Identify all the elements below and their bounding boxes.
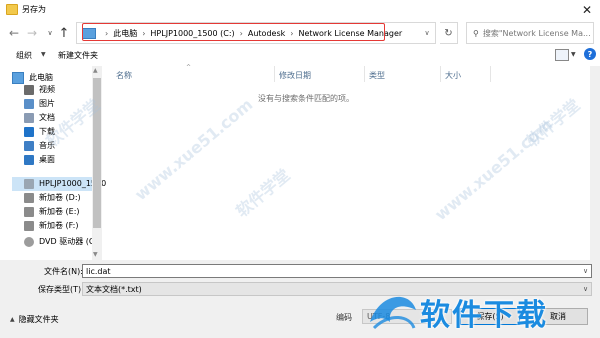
organize-button[interactable]: 组织 <box>16 50 32 61</box>
sidebar-item[interactable]: 文档 <box>24 111 55 124</box>
sidebar-item-label: 桌面 <box>39 155 55 164</box>
search-icon: ⚲ <box>473 28 479 38</box>
sidebar-item-label: 文档 <box>39 113 55 122</box>
refresh-button[interactable]: ↻ <box>440 22 458 44</box>
sidebar-item[interactable]: 图片 <box>24 97 55 110</box>
scroll-up-arrow[interactable]: ▲ <box>93 67 98 74</box>
sidebar-item[interactable]: 桌面 <box>24 153 55 166</box>
drive-icon <box>24 220 34 231</box>
drive-icon <box>24 206 34 217</box>
new-folder-button[interactable]: 新建文件夹 <box>58 50 98 61</box>
sidebar-item[interactable]: 新加卷 (E:) <box>24 205 80 218</box>
sidebar-item[interactable]: 新加卷 (D:) <box>24 191 81 204</box>
window-title: 另存为 <box>22 5 46 14</box>
watermark: 软件学堂 <box>232 165 294 222</box>
scroll-down-arrow[interactable]: ▼ <box>93 251 98 258</box>
dvd-drive-icon <box>24 236 34 247</box>
file-list-scrollbar[interactable] <box>590 66 600 260</box>
search-box[interactable]: ⚲ 搜索"Network License Ma... <box>466 22 594 44</box>
close-button[interactable]: ✕ <box>574 0 600 20</box>
sidebar-item-label: 此电脑 <box>29 73 53 82</box>
column-header-size[interactable]: 大小 <box>445 70 461 81</box>
address-highlight-box <box>82 23 385 41</box>
sort-indicator-icon: ^ <box>186 64 192 71</box>
documents-folder-icon <box>24 112 34 123</box>
downloads-folder-icon <box>24 126 34 137</box>
view-options-icon[interactable] <box>555 49 569 61</box>
sidebar-item-label: 新加卷 (D:) <box>39 193 81 202</box>
column-header-name[interactable]: 名称 <box>116 70 132 81</box>
address-dropdown-button[interactable]: ∨ <box>420 24 434 42</box>
sidebar-item[interactable]: 下载 <box>24 125 55 138</box>
column-header-modified[interactable]: 修改日期 <box>279 70 311 81</box>
empty-results-message: 没有与搜索条件匹配的项。 <box>258 94 354 103</box>
filename-label: 文件名(N): <box>44 267 83 276</box>
music-folder-icon <box>24 140 34 151</box>
column-divider[interactable] <box>440 66 441 82</box>
chevron-up-icon: ▲ <box>10 316 15 323</box>
search-placeholder: 搜索"Network License Ma... <box>482 28 591 38</box>
back-button[interactable]: ← <box>6 22 22 44</box>
sidebar-item-label: 视频 <box>39 85 55 94</box>
sidebar-item-label: DVD 驱动器 (G: <box>39 237 98 246</box>
sidebar-item[interactable]: DVD 驱动器 (G: <box>24 235 98 248</box>
watermark: www.xue51.com <box>431 114 557 225</box>
hide-folders-label: 隐藏文件夹 <box>18 315 59 324</box>
chevron-down-icon[interactable]: ∨ <box>580 283 591 295</box>
site-logo-text: 软件下载 <box>420 298 548 333</box>
chevron-down-icon[interactable]: ∨ <box>580 265 591 277</box>
sidebar-item-label: 下载 <box>39 127 55 136</box>
watermark: www.xue51.com <box>131 94 257 205</box>
chevron-down-icon: ▼ <box>41 51 46 58</box>
sidebar-item-label: 图片 <box>39 99 55 108</box>
pictures-folder-icon <box>24 98 34 109</box>
drive-icon <box>24 178 34 189</box>
sidebar-item-label: 新加卷 (F:) <box>39 221 79 230</box>
column-divider[interactable] <box>490 66 491 82</box>
title-bar <box>0 0 600 20</box>
scrollbar-thumb[interactable] <box>93 78 101 228</box>
help-button[interactable]: ? <box>584 48 596 60</box>
this-pc-icon <box>12 71 24 84</box>
filetype-label: 保存类型(T): <box>38 285 84 294</box>
column-divider[interactable] <box>274 66 275 82</box>
sidebar-item-label: 音乐 <box>39 141 55 150</box>
sidebar-item[interactable]: 视频 <box>24 83 55 96</box>
column-header-type[interactable]: 类型 <box>369 70 385 81</box>
desktop-folder-icon <box>24 154 34 165</box>
drive-icon <box>24 192 34 203</box>
filename-input[interactable]: lic.dat <box>82 264 592 278</box>
forward-button[interactable]: → <box>24 22 40 44</box>
chevron-down-icon[interactable]: ▼ <box>571 51 576 58</box>
sidebar-item[interactable]: 音乐 <box>24 139 55 152</box>
sidebar-item[interactable]: 新加卷 (F:) <box>24 219 78 232</box>
sidebar-item-label: 新加卷 (E:) <box>39 207 80 216</box>
video-folder-icon <box>24 84 34 95</box>
hide-folders-toggle[interactable]: ▲ 隐藏文件夹 <box>10 314 59 325</box>
column-divider[interactable] <box>364 66 365 82</box>
encoding-label: 编码 <box>336 313 352 322</box>
folder-icon <box>6 4 18 15</box>
watermark: 软件学堂 <box>522 95 584 152</box>
up-button[interactable]: ↑ <box>56 22 72 44</box>
